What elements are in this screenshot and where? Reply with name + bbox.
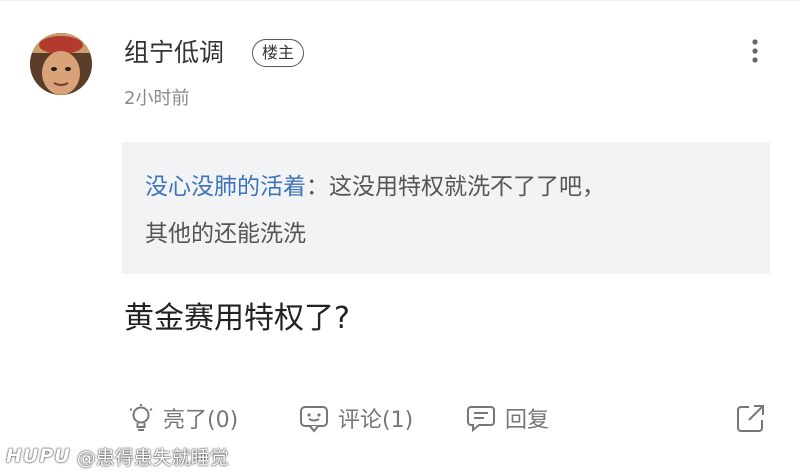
quote-text-1: 这没用特权就洗不了了吧， bbox=[329, 174, 605, 200]
share-icon bbox=[735, 402, 767, 434]
comment-label: 评论(1) bbox=[338, 408, 414, 433]
reply-icon bbox=[465, 403, 497, 433]
quote-text-2: 其他的还能洗洗 bbox=[145, 221, 306, 247]
reply-label: 回复 bbox=[505, 408, 550, 433]
avatar-image bbox=[30, 33, 92, 95]
like-icon bbox=[127, 403, 155, 433]
avatar[interactable] bbox=[30, 33, 92, 95]
quote-separator: ： bbox=[306, 174, 329, 200]
hupu-logo: HUPU bbox=[6, 445, 71, 467]
like-label: 亮了(0) bbox=[163, 408, 239, 433]
reply-content: 黄金赛用特权了? bbox=[124, 301, 350, 336]
quote-author[interactable]: 没心没肺的活着 bbox=[145, 174, 306, 200]
reply-button[interactable]: 回复 bbox=[465, 396, 549, 440]
more-icon[interactable] bbox=[745, 38, 765, 64]
timestamp: 2小时前 bbox=[124, 88, 190, 109]
comment-icon bbox=[298, 403, 330, 433]
username[interactable]: 组宁低调 bbox=[124, 35, 224, 71]
quote-line-1: 没心没肺的活着：这没用特权就洗不了了吧， bbox=[145, 164, 746, 211]
watermark-handle: @患得患失就睡觉 bbox=[76, 446, 229, 469]
quoted-comment[interactable]: 没心没肺的活着：这没用特权就洗不了了吧， 其他的还能洗洗 bbox=[122, 142, 770, 274]
top-divider bbox=[0, 0, 800, 1]
comment-button[interactable]: 评论(1) bbox=[298, 396, 413, 440]
watermark: HUPU @患得患失就睡觉 bbox=[6, 442, 229, 470]
like-button[interactable]: 亮了(0) bbox=[127, 396, 238, 440]
action-bar: 亮了(0) 评论(1) 回复 bbox=[0, 396, 800, 440]
op-badge: 楼主 bbox=[252, 39, 305, 67]
share-button[interactable] bbox=[735, 396, 767, 440]
